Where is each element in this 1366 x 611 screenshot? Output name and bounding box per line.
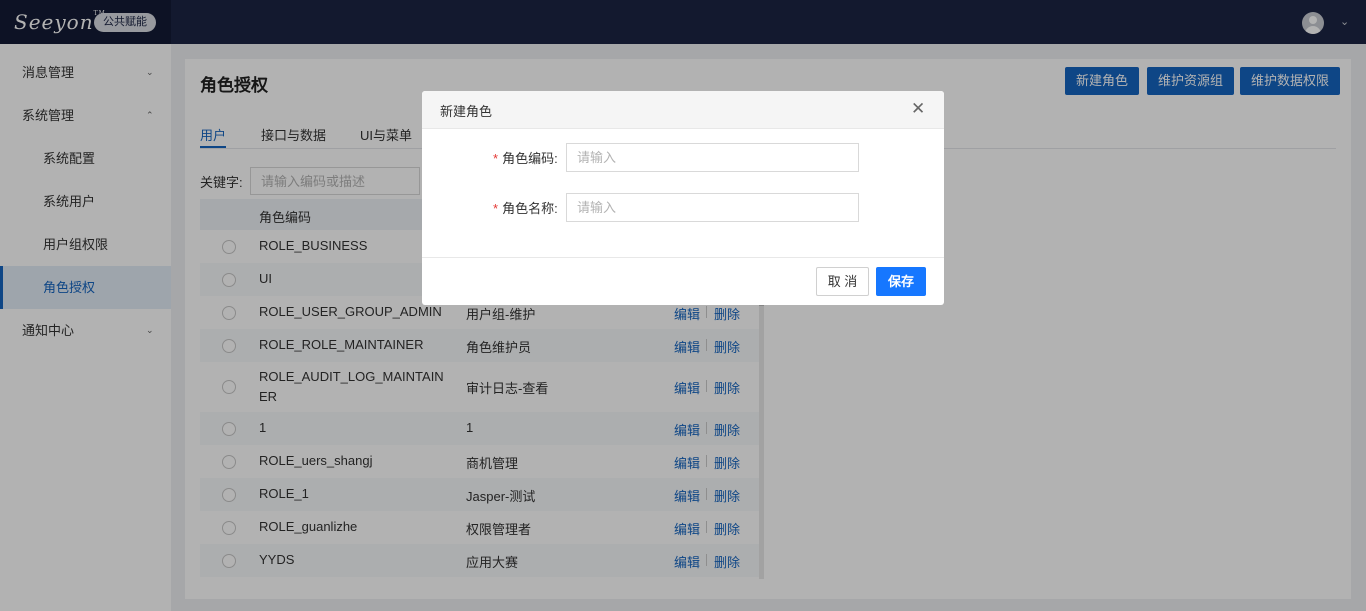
role-name-input[interactable] [566,193,859,222]
dialog-title: 新建角色 [440,104,493,119]
role-code-label-text: 角色编码: [502,151,558,166]
required-mark: * [493,201,499,216]
role-name-label-text: 角色名称: [502,201,558,216]
role-code-input[interactable] [566,143,859,172]
new-role-dialog: 新建角色 ✕ *角色编码: *角色名称: 取 消 保存 [422,91,944,305]
role-name-label: * 角色名称: [493,198,558,217]
dialog-header: 新建角色 ✕ [422,91,944,129]
cancel-button[interactable]: 取 消 [816,267,869,296]
required-mark: * [493,151,499,166]
dialog-footer-divider [422,257,944,258]
save-button[interactable]: 保存 [876,267,926,296]
role-code-label: * 角色编码: [493,148,558,167]
close-icon[interactable]: ✕ [911,99,925,119]
